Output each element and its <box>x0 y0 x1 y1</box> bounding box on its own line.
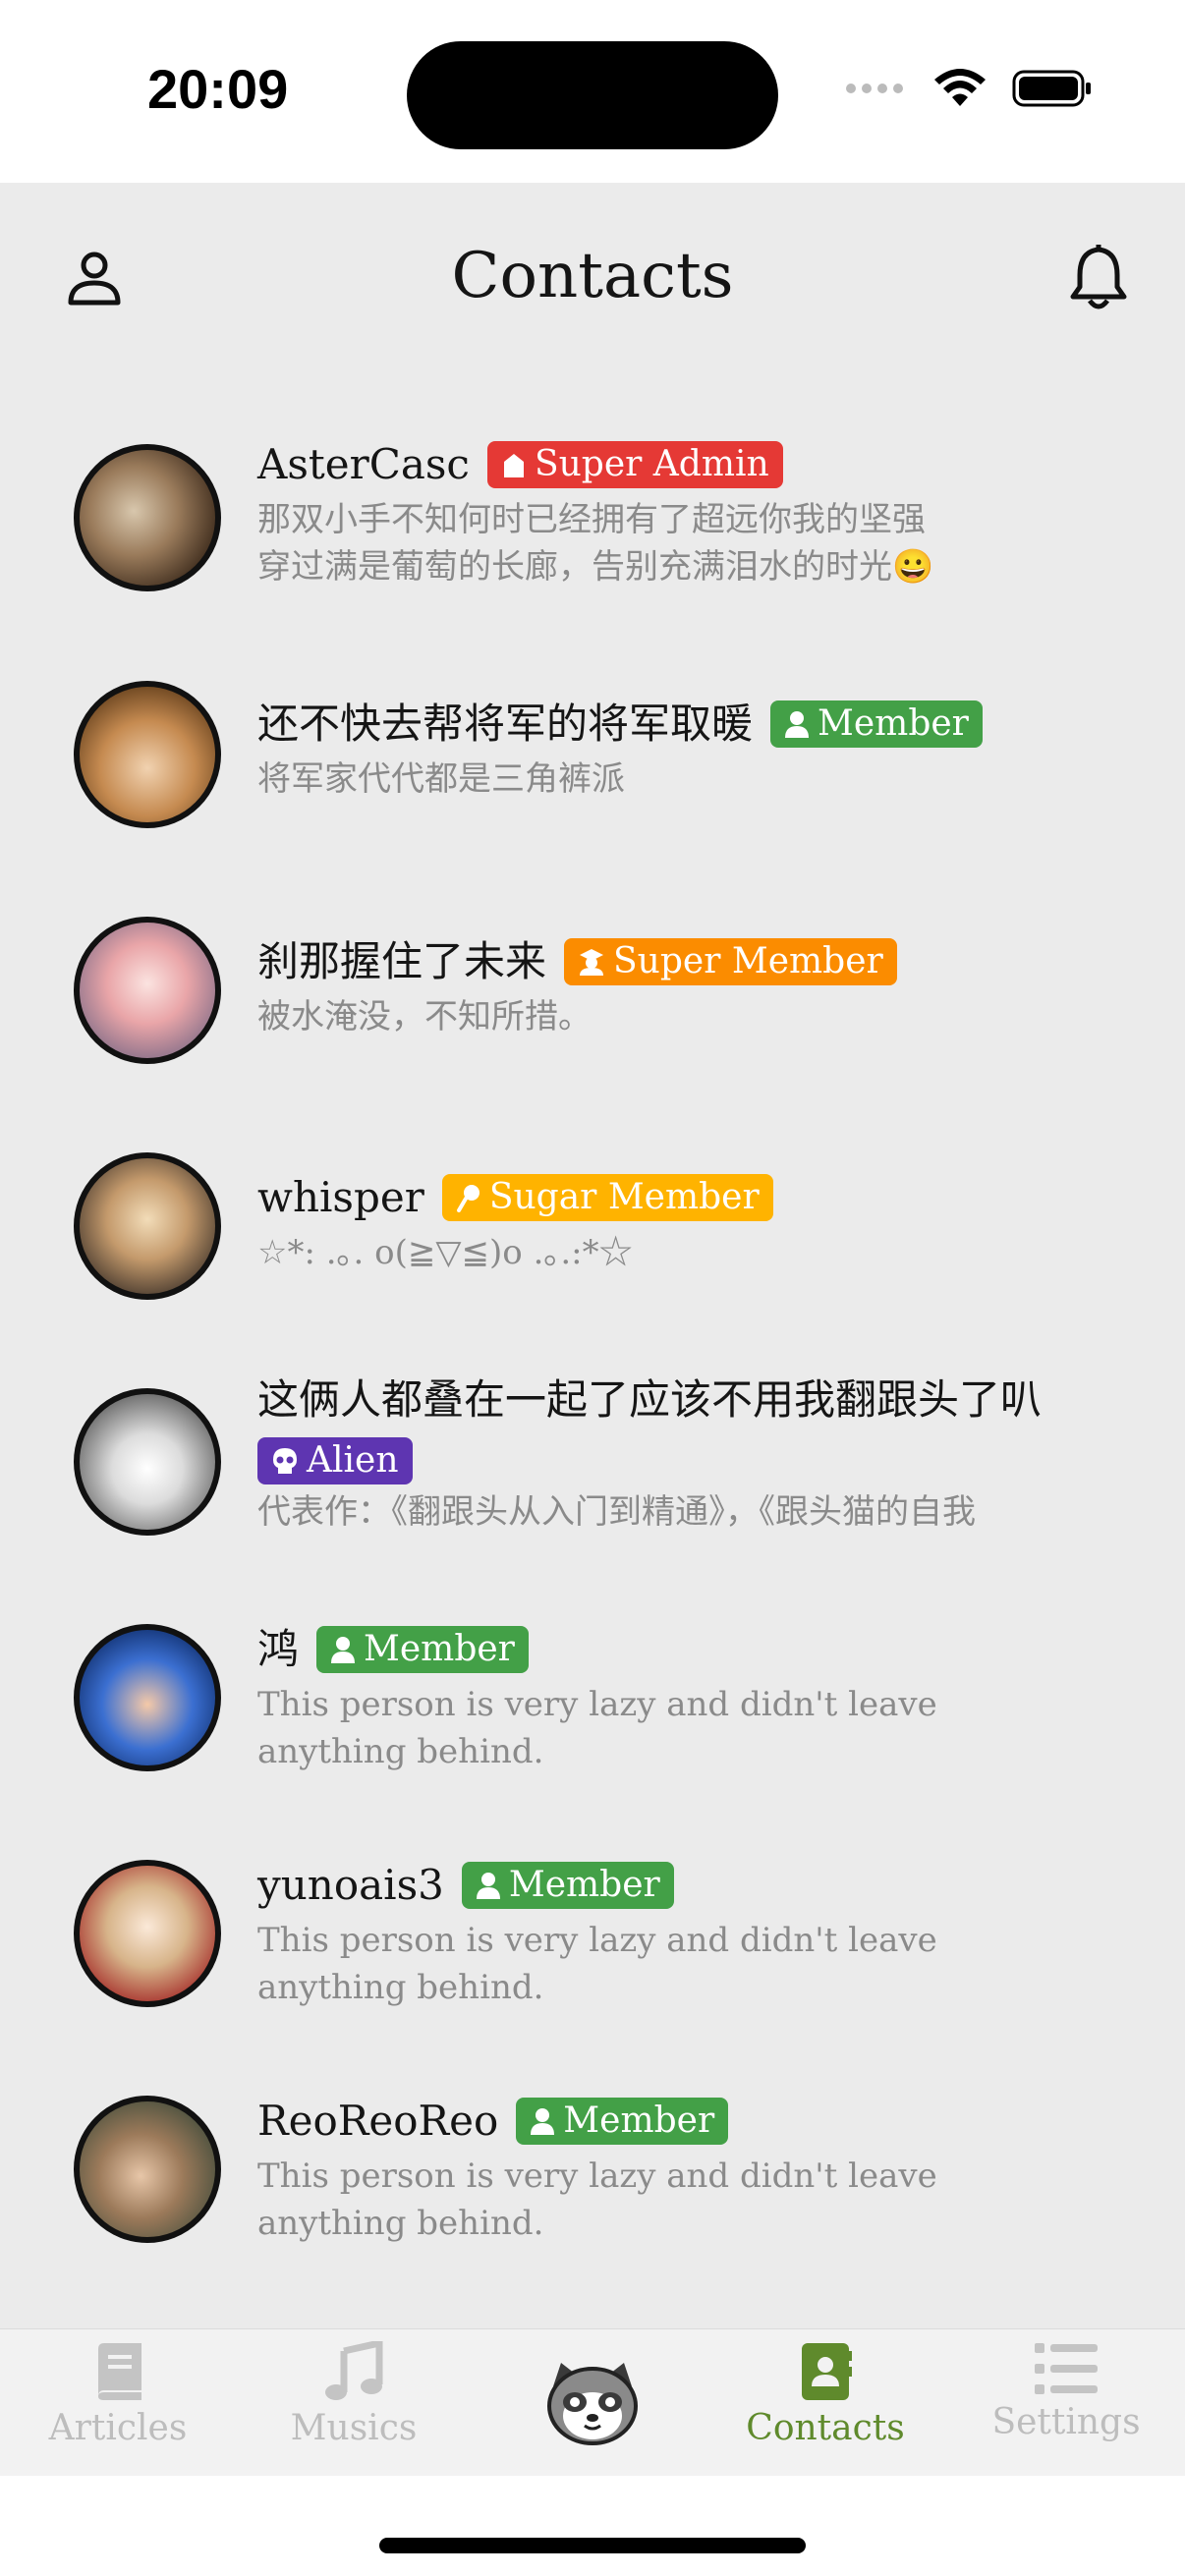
page-title: Contacts <box>451 240 734 312</box>
person-icon <box>331 1637 356 1663</box>
book-icon <box>98 2343 141 2400</box>
contact-row[interactable]: whisper Sugar Member ☆*: .｡. o(≧▽≦)o .｡.… <box>0 1147 1185 1363</box>
list-icon <box>1035 2343 1098 2394</box>
tab-settings[interactable]: Settings <box>948 2341 1184 2469</box>
skull-icon <box>273 1448 297 1474</box>
contact-description: 将军家代代都是三角裤派 <box>257 759 625 799</box>
contact-name: 还不快去帮将军的将军取暖 <box>257 700 754 748</box>
member-badge: Member <box>516 2098 729 2145</box>
contact-description: This person is very lazy and didn't leav… <box>257 1685 937 1771</box>
contact-row[interactable]: yunoais3 Member This person is very lazy… <box>0 1854 1185 2070</box>
tab-bar: Articles Musics Contacts Settings <box>0 2328 1185 2476</box>
avatar <box>74 2096 221 2243</box>
contact-name: 这俩人都叠在一起了应该不用我翻跟头了叭 <box>257 1375 1043 1424</box>
member-badge: Member <box>770 700 983 748</box>
contact-description: 被水淹没，不知所措。 <box>257 997 592 1036</box>
contact-name: AsterCasc <box>257 440 470 488</box>
tab-label: Settings <box>991 2402 1141 2442</box>
contact-row[interactable]: ReoReoReo Member This person is very laz… <box>0 2090 1185 2306</box>
contact-description: ☆*: .｡. o(≧▽≦)o .｡.:*☆ <box>257 1233 633 1272</box>
battery-icon <box>1012 70 1091 107</box>
avatar <box>74 1152 221 1300</box>
avatar <box>74 681 221 828</box>
avatar <box>74 917 221 1064</box>
tab-label: Articles <box>48 2408 188 2448</box>
contact-description: 代表作：《翻跟头从入门到精通》，《跟头猫的自我 <box>257 1492 976 1532</box>
contact-row[interactable]: 还不快去帮将军的将军取暖 Member 将军家代代都是三角裤派 <box>0 675 1185 891</box>
contact-row[interactable]: 鸿 Member This person is very lazy and di… <box>0 1618 1185 1834</box>
avatar <box>74 1624 221 1771</box>
tab-home[interactable] <box>475 2341 710 2469</box>
graduate-icon <box>580 949 604 976</box>
contact-description: 那双小手不知何时已经拥有了超远你我的坚强 穿过满是葡萄的长廊，告别充满泪水的时光… <box>257 500 934 587</box>
admin-icon <box>503 454 524 477</box>
tab-contacts[interactable]: Contacts <box>707 2341 943 2469</box>
tab-label: Musics <box>290 2408 418 2448</box>
tab-musics[interactable]: Musics <box>236 2341 472 2469</box>
tab-articles[interactable]: Articles <box>0 2341 236 2469</box>
address-book-icon <box>802 2343 852 2400</box>
person-icon <box>476 1873 500 1899</box>
red-panda-icon <box>547 2363 638 2445</box>
home-area <box>0 2476 1185 2576</box>
sugar-member-badge: Sugar Member <box>441 1174 773 1221</box>
alien-badge: Alien <box>257 1437 413 1484</box>
notifications-button[interactable] <box>1059 238 1138 316</box>
contact-name: 刹那握住了未来 <box>257 937 547 985</box>
person-icon <box>531 2108 555 2135</box>
signal-icon <box>846 84 903 93</box>
member-badge: Member <box>461 1862 674 1909</box>
avatar <box>74 1388 221 1536</box>
member-badge: Member <box>316 1626 529 1673</box>
contact-row[interactable]: AsterCasc Super Admin 那双小手不知何时已经拥有了超远你我的… <box>0 437 1185 653</box>
contact-description: This person is very lazy and didn't leav… <box>257 2156 937 2243</box>
status-bar: 20:09 <box>0 0 1185 183</box>
header: Contacts <box>0 183 1185 375</box>
contact-description: This person is very lazy and didn't leav… <box>257 1921 937 2007</box>
contact-name: yunoais3 <box>257 1861 444 1909</box>
contact-name: ReoReoReo <box>257 2097 499 2145</box>
tab-label: Contacts <box>746 2408 905 2448</box>
status-icons <box>845 69 1093 108</box>
home-indicator[interactable] <box>379 2538 806 2553</box>
avatar <box>74 1860 221 2007</box>
music-note-icon <box>325 2341 383 2400</box>
avatar <box>74 444 221 591</box>
super-admin-badge: Super Admin <box>486 441 783 488</box>
super-member-badge: Super Member <box>564 938 897 985</box>
contact-name: whisper <box>257 1173 424 1221</box>
wifi-icon <box>934 69 986 106</box>
lollipop-icon <box>456 1185 480 1212</box>
contact-row[interactable]: 刹那握住了未来 Super Member 被水淹没，不知所措。 <box>0 911 1185 1127</box>
contact-name: 鸿 <box>257 1625 300 1673</box>
contact-row[interactable]: 这俩人都叠在一起了应该不用我翻跟头了叭 Alien 代表作：《翻跟头从入门到精通… <box>0 1375 1185 1598</box>
bell-icon <box>1070 245 1127 309</box>
person-icon <box>785 711 810 738</box>
status-time: 20:09 <box>147 58 289 120</box>
dynamic-island <box>407 41 778 149</box>
